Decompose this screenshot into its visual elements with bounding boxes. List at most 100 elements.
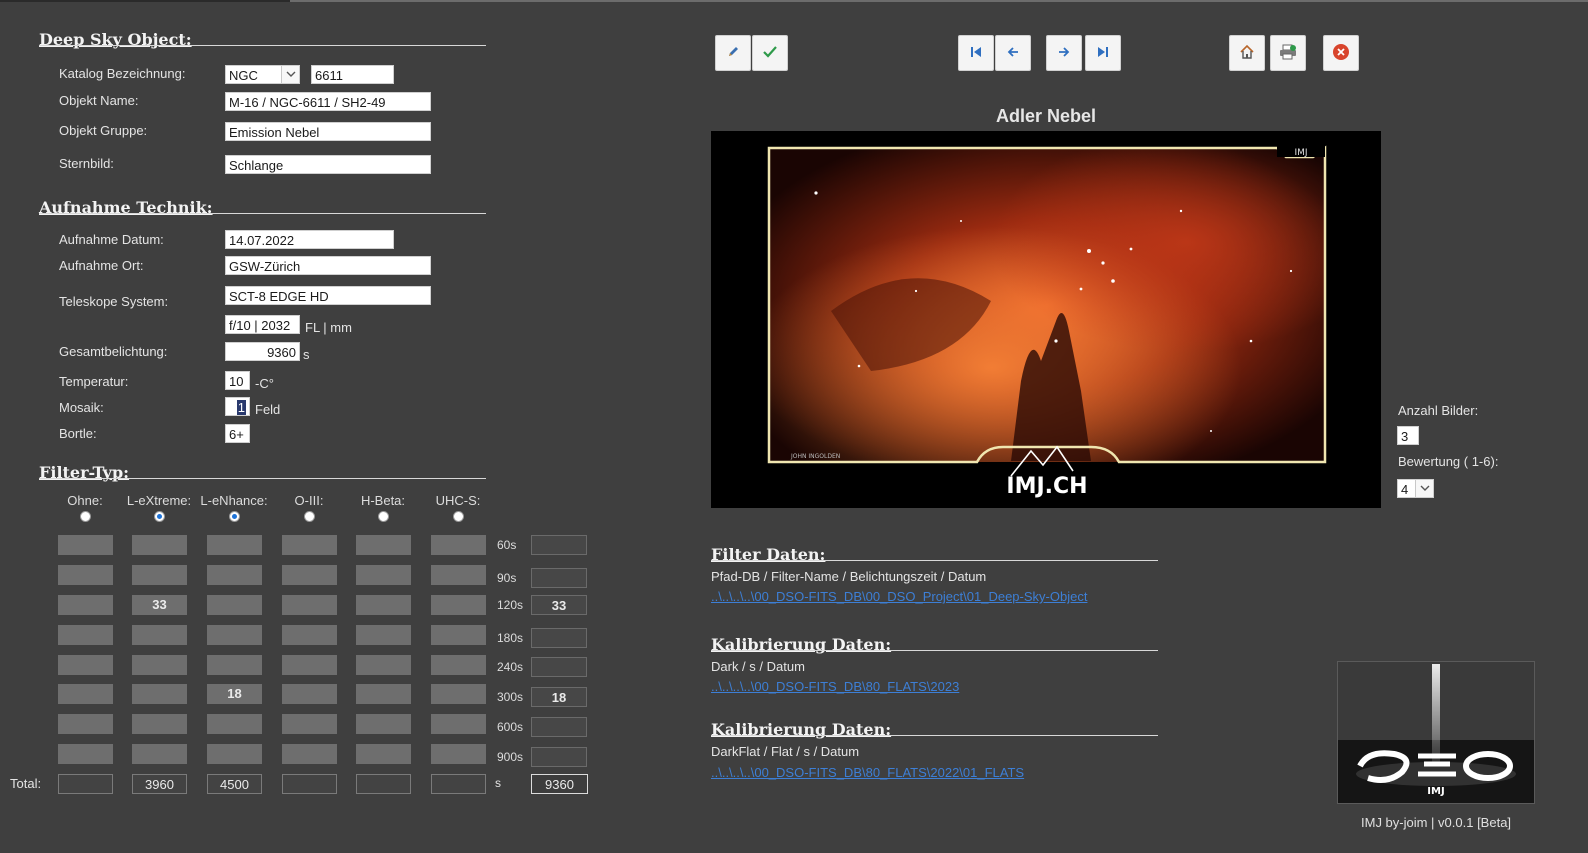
close-button[interactable] xyxy=(1323,35,1359,71)
filter-cell[interactable] xyxy=(356,655,411,675)
filter-cell[interactable] xyxy=(132,625,187,645)
filter-cell[interactable] xyxy=(356,744,411,764)
filter-cell[interactable] xyxy=(207,535,262,555)
kalibrierung-2-description: DarkFlat / Flat / s / Datum xyxy=(711,744,860,759)
filter-cell[interactable] xyxy=(356,595,411,615)
kalibrierung-1-link[interactable]: ..\..\..\..\00_DSO-FITS_DB\80_FLATS\2023 xyxy=(711,679,959,694)
filter-total-cell: 4500 xyxy=(207,774,262,794)
filter-cell[interactable] xyxy=(356,565,411,585)
picture-title: Adler Nebel xyxy=(995,106,1097,126)
filter-cell[interactable] xyxy=(132,655,187,675)
bortle-field[interactable]: 6+ xyxy=(225,424,250,443)
chevron-down-icon[interactable] xyxy=(1415,480,1433,497)
section-title-kalibrierung-1: Kalibrierung Daten: xyxy=(711,635,892,654)
save-button[interactable] xyxy=(752,35,788,71)
gesamtbelichtung-field[interactable]: 9360 xyxy=(225,342,300,361)
chevron-down-icon[interactable] xyxy=(281,66,299,83)
filter-cell[interactable] xyxy=(431,655,486,675)
filter-radio-5[interactable] xyxy=(453,511,464,522)
filter-cell[interactable] xyxy=(58,625,113,645)
filter-cell[interactable] xyxy=(431,744,486,764)
previous-record-button[interactable] xyxy=(995,35,1031,71)
filter-radio-3[interactable] xyxy=(304,511,315,522)
filter-cell[interactable] xyxy=(58,535,113,555)
row-sum-cell xyxy=(531,628,587,648)
filter-cell[interactable] xyxy=(282,655,337,675)
anzahl-bilder-field[interactable]: 3 xyxy=(1397,426,1419,445)
filter-cell[interactable] xyxy=(282,595,337,615)
filter-cell[interactable] xyxy=(207,595,262,615)
filter-cell[interactable] xyxy=(132,535,187,555)
bewertung-label: Bewertung ( 1-6): xyxy=(1398,454,1499,469)
exposure-time-label: 240s xyxy=(497,660,524,674)
section-rule xyxy=(711,560,1158,561)
filter-cell[interactable] xyxy=(132,565,187,585)
filter-cell[interactable] xyxy=(282,714,337,734)
filter-radio-0[interactable] xyxy=(80,511,91,522)
filter-cell[interactable] xyxy=(431,714,486,734)
katalog-number-field[interactable]: 6611 xyxy=(311,65,394,84)
next-record-button[interactable] xyxy=(1046,35,1082,71)
filter-cell[interactable] xyxy=(356,535,411,555)
filter-cell[interactable] xyxy=(356,684,411,704)
bewertung-select[interactable]: 4 xyxy=(1397,479,1434,498)
last-record-button[interactable] xyxy=(1085,35,1121,71)
first-record-button[interactable] xyxy=(958,35,994,71)
filter-radio-4[interactable] xyxy=(378,511,389,522)
filter-cell[interactable] xyxy=(58,744,113,764)
filter-cell[interactable] xyxy=(431,535,486,555)
aufnahme-datum-field[interactable]: 14.07.2022 xyxy=(225,230,394,249)
filter-cell[interactable] xyxy=(282,684,337,704)
katalog-select[interactable]: NGC xyxy=(225,65,300,84)
filter-cell[interactable] xyxy=(282,625,337,645)
sternbild-field[interactable]: Schlange xyxy=(225,155,431,174)
filter-radio-1[interactable] xyxy=(154,511,165,522)
filter-cell[interactable] xyxy=(58,565,113,585)
filter-cell[interactable] xyxy=(431,565,486,585)
filter-cell[interactable] xyxy=(207,565,262,585)
filter-cell[interactable] xyxy=(431,684,486,704)
filter-cell[interactable] xyxy=(356,625,411,645)
objekt-name-field[interactable]: M-16 / NGC-6611 / SH2-49 xyxy=(225,92,431,111)
print-button[interactable] xyxy=(1270,35,1306,71)
filter-cell[interactable] xyxy=(132,684,187,704)
filter-total-cell: 3960 xyxy=(132,774,187,794)
section-rule xyxy=(39,45,486,46)
aufnahme-ort-field[interactable]: GSW-Zürich xyxy=(225,256,431,275)
filter-cell[interactable] xyxy=(58,714,113,734)
mosaik-field[interactable]: 1 xyxy=(225,397,250,416)
arrow-right-icon xyxy=(1057,45,1071,62)
filter-cell[interactable] xyxy=(132,744,187,764)
kalibrierung-2-link[interactable]: ..\..\..\..\00_DSO-FITS_DB\80_FLATS\2022… xyxy=(711,765,1024,780)
filter-cell[interactable] xyxy=(207,744,262,764)
teleskop-field[interactable]: SCT-8 EDGE HD xyxy=(225,286,431,305)
bortle-label: Bortle: xyxy=(59,426,97,441)
svg-text:JOHN INGOLDEN: JOHN INGOLDEN xyxy=(790,453,840,460)
filter-cell[interactable] xyxy=(282,535,337,555)
row-sum-cell xyxy=(531,657,587,677)
objekt-gruppe-field[interactable]: Emission Nebel xyxy=(225,122,431,141)
home-button[interactable] xyxy=(1229,35,1265,71)
filter-cell[interactable]: 33 xyxy=(132,595,187,615)
nebula-image[interactable]: IMJ JOHN INGOLDEN IMJ.CH xyxy=(711,131,1381,508)
filter-cell[interactable]: 18 xyxy=(207,684,262,704)
focal-field[interactable]: f/10 | 2032 xyxy=(225,315,300,334)
filter-cell[interactable] xyxy=(132,714,187,734)
filter-cell[interactable] xyxy=(207,625,262,645)
filter-cell[interactable] xyxy=(207,714,262,734)
last-record-icon xyxy=(1096,45,1110,62)
edit-button[interactable] xyxy=(715,35,751,71)
filter-cell[interactable] xyxy=(58,595,113,615)
filter-cell[interactable] xyxy=(207,655,262,675)
filter-daten-link[interactable]: ..\..\..\..\00_DSO-FITS_DB\00_DSO_Projec… xyxy=(711,589,1087,604)
temperatur-field[interactable]: 10 xyxy=(225,371,250,390)
window-tab-strip xyxy=(0,0,290,2)
filter-cell[interactable] xyxy=(356,714,411,734)
filter-cell[interactable] xyxy=(431,625,486,645)
filter-cell[interactable] xyxy=(58,655,113,675)
filter-cell[interactable] xyxy=(431,595,486,615)
filter-cell[interactable] xyxy=(282,744,337,764)
filter-cell[interactable] xyxy=(58,684,113,704)
filter-radio-2[interactable] xyxy=(229,511,240,522)
filter-cell[interactable] xyxy=(282,565,337,585)
